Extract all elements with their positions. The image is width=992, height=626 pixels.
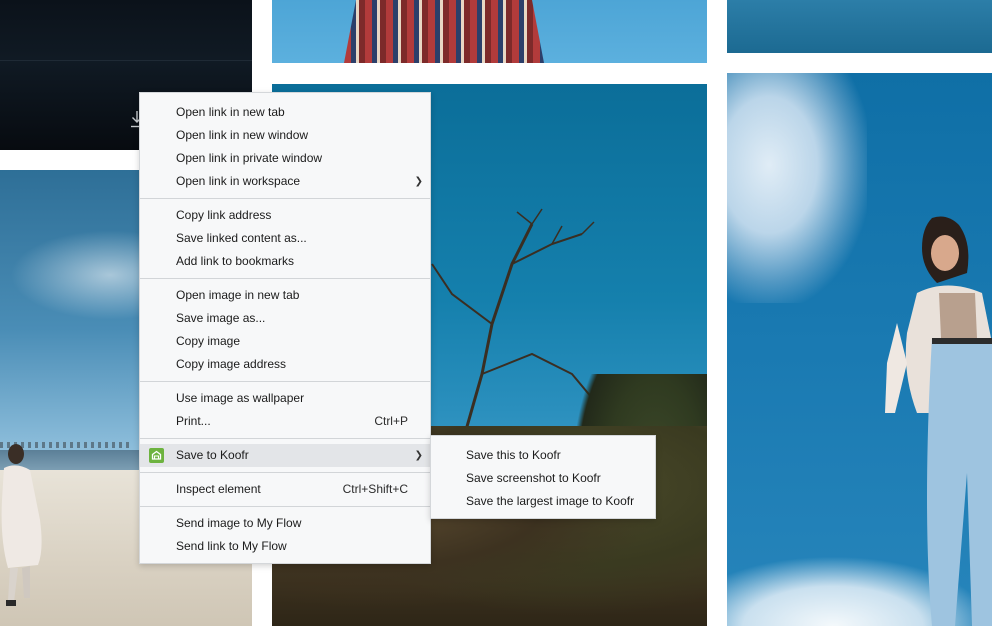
- menu-item-copy-image[interactable]: Copy image: [140, 330, 430, 353]
- menu-item-open-link-in-new-window[interactable]: Open link in new window: [140, 124, 430, 147]
- menu-item-label: Inspect element: [176, 482, 261, 496]
- submenu-item-save-this-to-koofr[interactable]: Save this to Koofr: [431, 444, 655, 467]
- menu-separator: [140, 438, 430, 439]
- menu-item-open-image-in-new-tab[interactable]: Open image in new tab: [140, 284, 430, 307]
- photo-woman-figure: [885, 216, 992, 626]
- menu-padding: [431, 436, 655, 444]
- context-menu: Open link in new tab Open link in new win…: [139, 92, 431, 564]
- menu-separator: [140, 198, 430, 199]
- menu-item-save-to-koofr[interactable]: Save to Koofr ❯: [140, 444, 430, 467]
- menu-item-label: Send image to My Flow: [176, 516, 302, 530]
- menu-separator: [140, 472, 430, 473]
- menu-item-save-linked-content-as[interactable]: Save linked content as...: [140, 227, 430, 250]
- photo-detail: [727, 73, 867, 303]
- menu-item-label: Copy image: [176, 334, 241, 348]
- menu-item-label: Save linked content as...: [176, 231, 307, 245]
- menu-item-label: Save screenshot to Koofr: [466, 471, 601, 485]
- submenu-item-save-the-largest-image-to-koofr[interactable]: Save the largest image to Koofr: [431, 490, 655, 513]
- menu-item-label: Copy link address: [176, 208, 272, 222]
- menu-separator: [140, 506, 430, 507]
- chevron-right-icon: ❯: [414, 450, 423, 461]
- chevron-right-icon: ❯: [414, 176, 423, 187]
- menu-item-open-link-in-private-window[interactable]: Open link in private window: [140, 147, 430, 170]
- menu-item-label: Open link in workspace: [176, 174, 301, 188]
- photo-tile-striped-shirt[interactable]: [272, 0, 707, 63]
- koofr-submenu: Save this to Koofr Save screenshot to Koo…: [430, 435, 656, 519]
- menu-item-label: Copy image address: [176, 357, 287, 371]
- menu-item-shortcut: Ctrl+Shift+C: [342, 482, 408, 496]
- menu-item-shortcut: Ctrl+P: [374, 414, 408, 428]
- submenu-item-save-screenshot-to-koofr[interactable]: Save screenshot to Koofr: [431, 467, 655, 490]
- menu-item-inspect-element[interactable]: Inspect element Ctrl+Shift+C: [140, 478, 430, 501]
- menu-item-add-link-to-bookmarks[interactable]: Add link to bookmarks: [140, 250, 430, 273]
- menu-padding: [140, 93, 430, 101]
- photo-tile-woman-sky[interactable]: [727, 73, 992, 626]
- menu-item-label: Save the largest image to Koofr: [466, 494, 635, 508]
- menu-item-label: Save image as...: [176, 311, 266, 325]
- menu-item-label: Open link in new window: [176, 128, 309, 142]
- koofr-icon: [149, 448, 164, 463]
- photo-tile-sky-top[interactable]: [727, 0, 992, 53]
- menu-item-label: Send link to My Flow: [176, 539, 287, 553]
- menu-item-copy-link-address[interactable]: Copy link address: [140, 204, 430, 227]
- menu-item-send-link-to-my-flow[interactable]: Send link to My Flow: [140, 535, 430, 558]
- menu-item-copy-image-address[interactable]: Copy image address: [140, 353, 430, 376]
- menu-separator: [140, 381, 430, 382]
- photo-detail: [344, 0, 544, 63]
- menu-item-label: Open image in new tab: [176, 288, 300, 302]
- photo-detail: [0, 60, 252, 61]
- photo-tree-branches: [431, 208, 598, 444]
- menu-item-print[interactable]: Print... Ctrl+P: [140, 410, 430, 433]
- menu-item-save-image-as[interactable]: Save image as...: [140, 307, 430, 330]
- menu-item-open-link-in-new-tab[interactable]: Open link in new tab: [140, 101, 430, 124]
- menu-item-label: Add link to bookmarks: [176, 254, 295, 268]
- menu-item-label: Save to Koofr: [176, 448, 249, 462]
- menu-item-open-link-in-workspace[interactable]: Open link in workspace ❯: [140, 170, 430, 193]
- menu-item-send-image-to-my-flow[interactable]: Send image to My Flow: [140, 512, 430, 535]
- menu-item-label: Print...: [176, 414, 211, 428]
- menu-item-label: Open link in new tab: [176, 105, 285, 119]
- menu-separator: [140, 278, 430, 279]
- menu-item-label: Use image as wallpaper: [176, 391, 305, 405]
- menu-item-label: Open link in private window: [176, 151, 323, 165]
- photo-person-figure: [1, 444, 42, 606]
- menu-item-label: Save this to Koofr: [466, 448, 561, 462]
- menu-item-use-image-as-wallpaper[interactable]: Use image as wallpaper: [140, 387, 430, 410]
